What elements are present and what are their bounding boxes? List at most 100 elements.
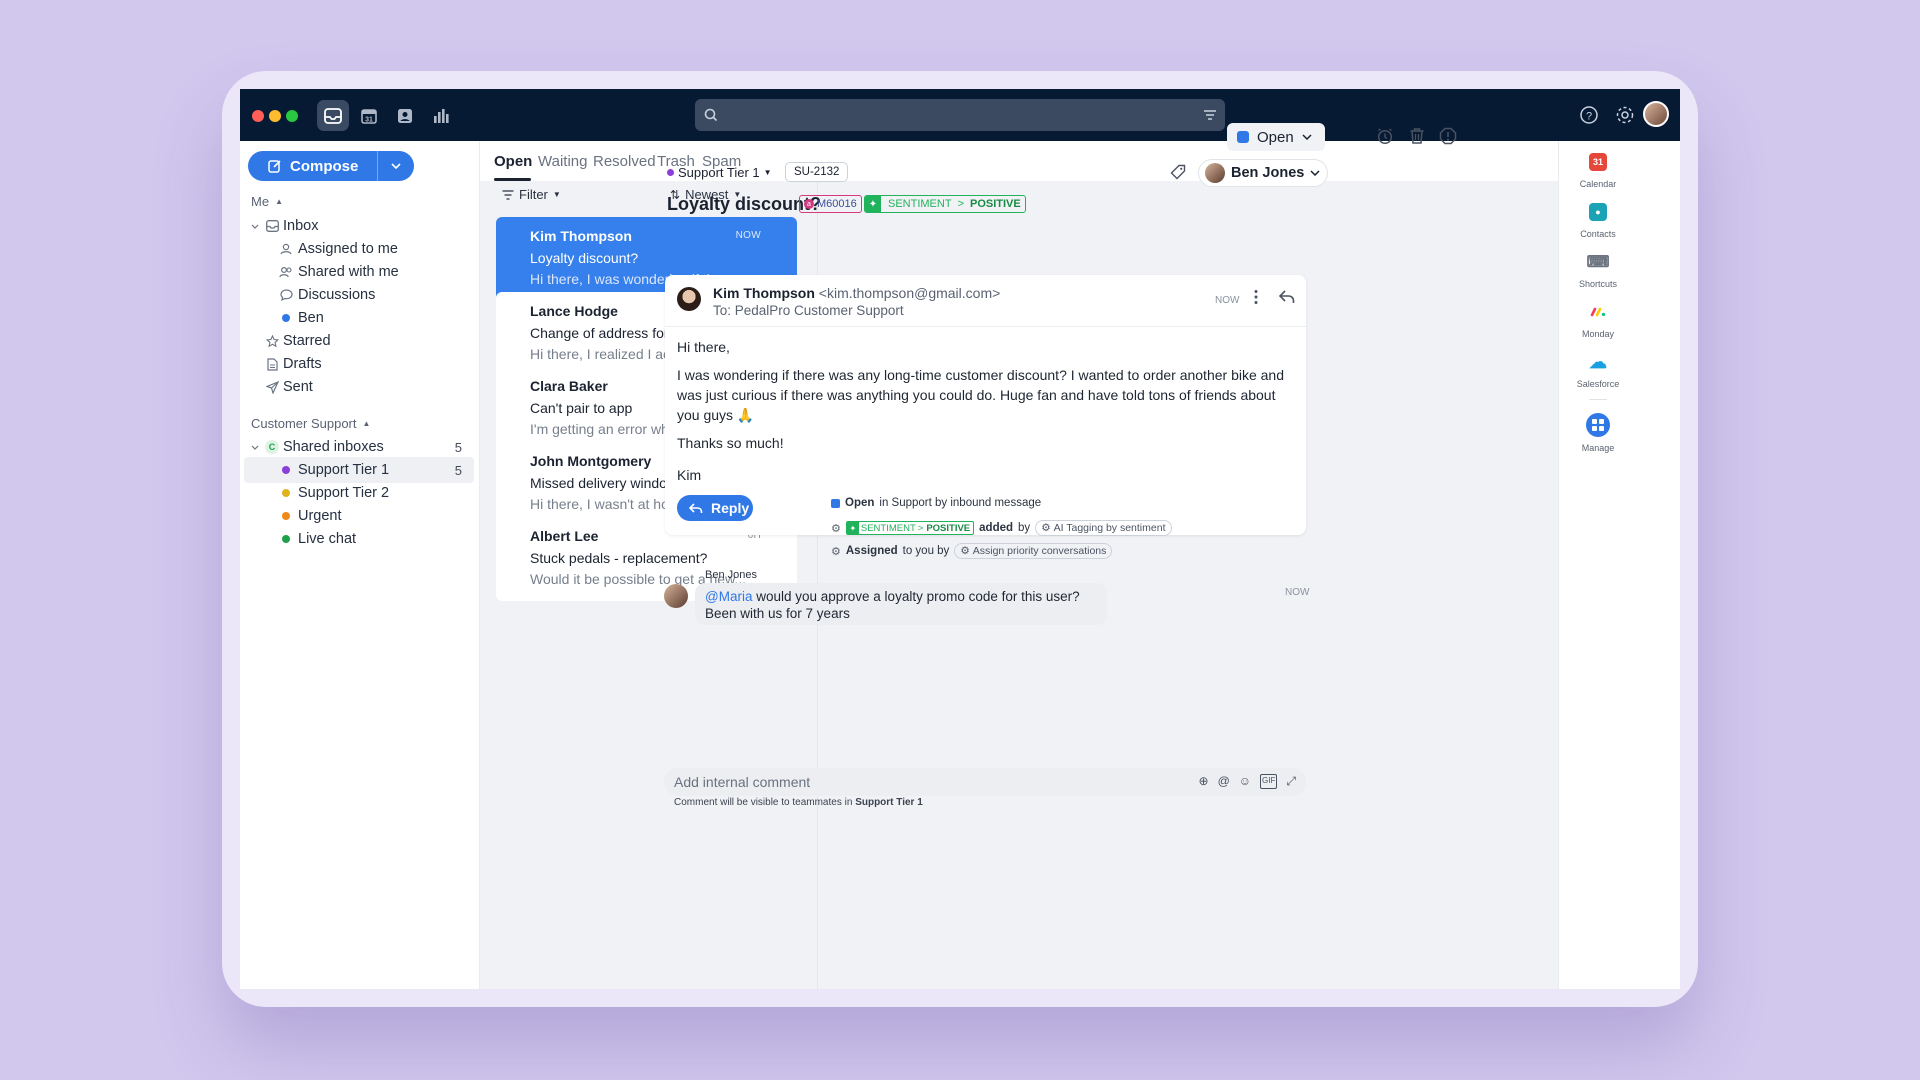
comment-text: would you approve a loyalty promo code f…: [705, 589, 1080, 621]
activity-text: to you by: [902, 545, 950, 557]
team-dot-icon: [667, 169, 674, 176]
compose-options-chevron-icon[interactable]: [378, 163, 414, 169]
sidebar-item-live-chat[interactable]: Live chat: [244, 526, 474, 552]
calendar-icon: 31: [1589, 153, 1607, 171]
monday-icon: [1589, 303, 1607, 321]
reply-button[interactable]: Reply: [677, 495, 753, 521]
user-avatar[interactable]: [1643, 101, 1669, 127]
activity-by: by: [1018, 522, 1031, 534]
sidebar: Compose Me ▲ Inbox Assigned to me Shared…: [240, 141, 480, 989]
rail-item-label: Contacts: [1580, 229, 1616, 239]
contacts-icon: ●: [1589, 203, 1607, 221]
discussion-icon: [278, 287, 294, 303]
rule-pill[interactable]: ⚙ Assign priority conversations: [954, 543, 1113, 559]
tab-resolved[interactable]: Resolved: [593, 153, 656, 170]
mention-icon[interactable]: @: [1218, 774, 1230, 789]
sparkle-icon: ✦: [846, 522, 859, 534]
chevron-down-icon: [1302, 134, 1312, 140]
tab-waiting[interactable]: Waiting: [538, 153, 587, 170]
rail-item-monday[interactable]: Monday: [1571, 303, 1625, 339]
rule-gear-icon: ⚙: [831, 522, 841, 535]
message-card: Kim Thompson <kim.thompson@gmail.com> To…: [665, 275, 1306, 535]
rule-name: AI Tagging by sentiment: [1053, 522, 1166, 534]
ticket-id-tag[interactable]: SU-2132: [785, 162, 849, 182]
rail-item-label: Calendar: [1579, 179, 1617, 189]
customer-support-section-toggle[interactable]: Customer Support ▲: [251, 416, 370, 431]
activity-status: Open: [845, 497, 875, 509]
search-filter-icon[interactable]: [1203, 109, 1217, 121]
assignee-name: Ben Jones: [1231, 165, 1305, 181]
chevron-down-icon: [1310, 170, 1320, 176]
rule-name: Assign priority conversations: [972, 545, 1107, 557]
rule-gear-icon: ⚙: [1041, 522, 1051, 534]
emoji-icon[interactable]: ☺: [1239, 774, 1251, 789]
rail-item-salesforce[interactable]: ☁ Salesforce: [1571, 352, 1625, 390]
comment-author: Ben Jones: [705, 569, 757, 581]
rule-gear-icon: ⚙: [831, 545, 841, 558]
rail-item-calendar[interactable]: 31 Calendar: [1571, 153, 1625, 189]
trash-icon[interactable]: [1406, 125, 1428, 147]
close-window-button[interactable]: [252, 110, 264, 122]
minimize-window-button[interactable]: [269, 110, 281, 122]
rail-item-contacts[interactable]: ● Contacts: [1571, 203, 1625, 239]
message-to: To: PedalPro Customer Support: [713, 303, 904, 318]
inbox-chip[interactable]: Support Tier 1 ▼: [667, 165, 772, 180]
rail-item-manage[interactable]: Manage: [1571, 413, 1625, 453]
assignee-avatar: [1205, 163, 1225, 183]
inbox-nav-icon[interactable]: [317, 100, 349, 131]
tab-open[interactable]: Open: [494, 153, 532, 170]
spam-alert-icon[interactable]: [1437, 125, 1459, 147]
conversation-time: NOW: [735, 230, 761, 241]
assignee-dropdown[interactable]: Ben Jones: [1198, 159, 1328, 187]
caret-up-icon: ▲: [275, 197, 283, 206]
compose-icon: [268, 160, 281, 173]
maximize-window-button[interactable]: [286, 110, 298, 122]
order-badge[interactable]: a M60016: [799, 195, 862, 213]
message-body: Hi there, I was wondering if there was a…: [677, 337, 1297, 515]
sparkle-icon: ✦: [865, 196, 881, 212]
calendar-nav-icon[interactable]: 31: [353, 100, 385, 131]
help-icon[interactable]: ?: [1577, 103, 1601, 127]
comment-author-avatar: [664, 584, 688, 608]
send-icon: [264, 379, 280, 395]
status-dropdown[interactable]: Open: [1227, 123, 1325, 151]
sentiment-tag[interactable]: ✦ SENTIMENT > POSITIVE: [845, 521, 975, 535]
sidebar-item-label: Shared with me: [298, 264, 399, 280]
add-attachment-icon[interactable]: ⊕: [1199, 774, 1209, 789]
team-dot-icon: [278, 485, 294, 501]
sidebar-item-label: Inbox: [283, 218, 319, 234]
snooze-alarm-icon[interactable]: [1374, 125, 1396, 147]
activity-assigned: ⚙ Assigned to you by ⚙ Assign priority co…: [831, 543, 1113, 559]
chevron-down-icon: [250, 218, 260, 234]
more-options-icon[interactable]: [1253, 289, 1259, 310]
order-badge-label: M60016: [817, 198, 857, 210]
sentiment-tag[interactable]: ✦ SENTIMENT > POSITIVE: [864, 195, 1026, 213]
me-section-toggle[interactable]: Me ▲: [251, 194, 283, 209]
contacts-nav-icon[interactable]: [389, 100, 421, 131]
conversation-subject: Stuck pedals - replacement?: [530, 550, 708, 566]
integrations-rail: 31 Calendar ● Contacts ⌨ Shortcuts Monda…: [1558, 141, 1680, 989]
tag-icon[interactable]: [1170, 164, 1186, 185]
filter-icon: [502, 189, 514, 200]
sidebar-item-sent[interactable]: Sent: [244, 374, 474, 400]
status-tabs: Open Waiting Resolved Trash Spam: [480, 141, 1558, 181]
activity-action: added: [979, 522, 1014, 534]
message-from-name: Kim Thompson: [713, 285, 815, 301]
rail-divider: [1589, 399, 1607, 400]
search-input[interactable]: [695, 99, 1225, 131]
analytics-nav-icon[interactable]: [425, 100, 457, 131]
expand-icon[interactable]: ⤢: [1286, 774, 1296, 789]
star-icon: [264, 333, 280, 349]
comment-composer[interactable]: Add internal comment ⊕ @ ☺ GIF ⤢: [664, 768, 1306, 796]
rule-pill[interactable]: ⚙ AI Tagging by sentiment: [1035, 520, 1172, 536]
compose-button[interactable]: Compose: [248, 151, 414, 181]
reply-arrow-icon[interactable]: [1278, 290, 1295, 309]
conversation-subject: Loyalty discount?: [530, 250, 639, 266]
gif-icon[interactable]: GIF: [1260, 774, 1278, 789]
rail-item-label: Monday: [1581, 329, 1615, 339]
settings-gear-icon[interactable]: [1613, 103, 1637, 127]
rail-item-shortcuts[interactable]: ⌨ Shortcuts: [1571, 253, 1625, 289]
activity-text: in Support by inbound message: [879, 497, 1042, 509]
filter-button[interactable]: Filter ▼: [502, 187, 561, 202]
comment-mention[interactable]: @Maria: [705, 589, 752, 604]
